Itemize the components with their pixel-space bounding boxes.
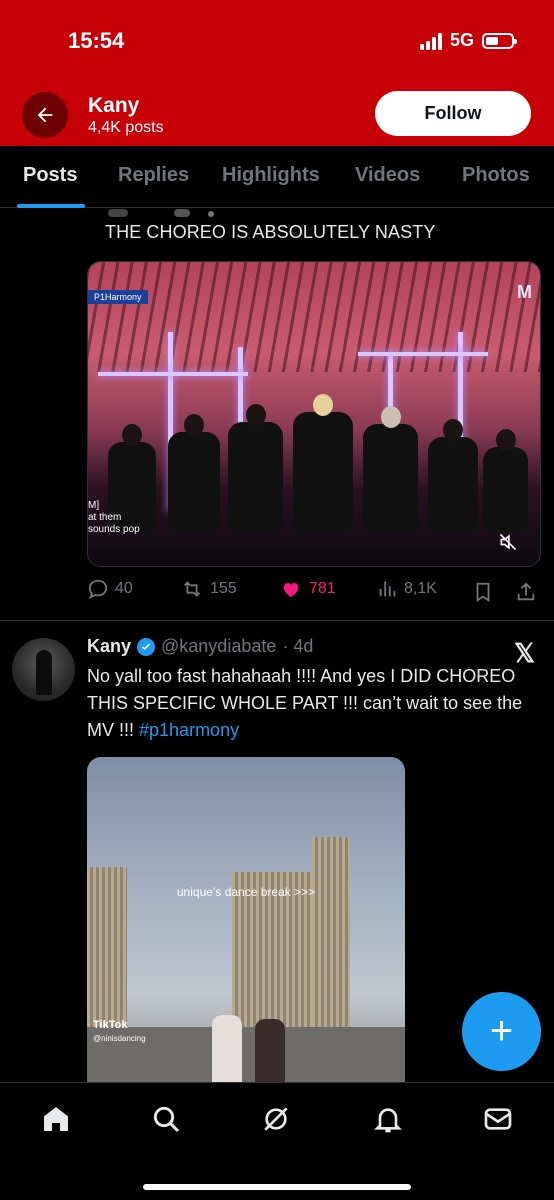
post-divider	[0, 620, 554, 621]
compose-button[interactable]: +	[462, 992, 541, 1071]
dancer-figure	[255, 1019, 285, 1082]
repost-icon	[184, 581, 200, 597]
views-icon	[379, 581, 396, 597]
broadcaster-logo: M	[517, 282, 532, 302]
battery-icon	[482, 32, 517, 49]
grok-icon[interactable]	[260, 1103, 292, 1135]
post-video[interactable]: unique’s dance break >>> TikTok @ninisda…	[87, 757, 405, 1082]
profile-title: Kany 4,4K posts	[88, 94, 164, 138]
dancer-figure	[212, 1015, 242, 1082]
post-text: No yall too fast hahahaah !!!! And yes I…	[87, 666, 523, 740]
dancers	[108, 394, 528, 532]
bookmark-icon[interactable]	[472, 581, 494, 603]
tab-videos[interactable]: Videos	[355, 164, 420, 187]
reply-icon	[88, 579, 108, 600]
views-count: 8,1K	[404, 580, 437, 597]
post-actions: 40 155 781 8,1K	[87, 578, 541, 608]
quoted-post-video[interactable]: P1Harmony M M] at them sounds pop	[87, 261, 541, 567]
tab-highlights[interactable]: Highlights	[222, 164, 320, 187]
status-indicators: 5G	[419, 30, 517, 51]
mute-icon[interactable]	[498, 532, 518, 552]
home-icon[interactable]	[40, 1103, 72, 1135]
tab-photos[interactable]: Photos	[462, 164, 530, 187]
follow-button[interactable]: Follow	[375, 91, 531, 136]
reply-count: 40	[115, 580, 133, 597]
heart-icon	[283, 583, 299, 598]
profile-header: 15:54 5G Kany 4,4K posts Follow	[0, 0, 554, 146]
messages-icon[interactable]	[482, 1103, 514, 1135]
like-count: 781	[309, 580, 336, 597]
repost-count: 155	[210, 580, 237, 597]
post-header: Kany @kanydiabate · 4d	[87, 636, 313, 657]
signal-icon	[419, 32, 442, 50]
post-time: · 4d	[282, 636, 314, 656]
profile-tabs: Posts Replies Highlights Videos Photos	[0, 146, 554, 208]
neon-light	[358, 352, 488, 356]
quoted-post-header	[108, 208, 228, 217]
verified-badge-icon	[137, 637, 156, 656]
avatar[interactable]	[12, 638, 75, 701]
network-type: 5G	[449, 30, 474, 50]
search-icon[interactable]	[150, 1103, 182, 1135]
tab-replies[interactable]: Replies	[118, 164, 189, 187]
neon-light	[98, 372, 248, 376]
hashtag-link[interactable]: #p1harmony	[139, 720, 239, 740]
repost-button[interactable]: 155	[180, 578, 237, 600]
back-button[interactable]	[22, 92, 68, 138]
arrow-left-icon	[37, 107, 53, 123]
author-name[interactable]: Kany	[87, 636, 131, 657]
like-button[interactable]: 781	[279, 578, 336, 600]
video-overlay-caption: unique’s dance break >>>	[176, 885, 316, 899]
views-button[interactable]: 8,1K	[376, 578, 437, 600]
channel-tag: P1Harmony	[88, 290, 148, 304]
video-subtitle: M] at them sounds pop	[88, 500, 140, 535]
share-icon[interactable]	[515, 581, 537, 603]
home-indicator	[143, 1184, 411, 1190]
reply-button[interactable]: 40	[87, 578, 133, 600]
quoted-post-text: THE CHOREO IS ABSOLUTELY NASTY	[105, 222, 436, 242]
post-count: 4,4K posts	[88, 119, 164, 136]
notifications-icon[interactable]	[372, 1103, 404, 1135]
tab-posts[interactable]: Posts	[23, 164, 77, 187]
profile-name: Kany	[88, 94, 140, 117]
timeline[interactable]: THE CHOREO IS ABSOLUTELY NASTY P1Harmony…	[0, 208, 554, 1082]
bottom-navigation	[0, 1082, 554, 1200]
status-time: 15:54	[68, 28, 125, 53]
author-handle[interactable]: @kanydiabate	[161, 636, 276, 657]
tiktok-watermark: TikTok @ninisdancing	[93, 1019, 146, 1043]
